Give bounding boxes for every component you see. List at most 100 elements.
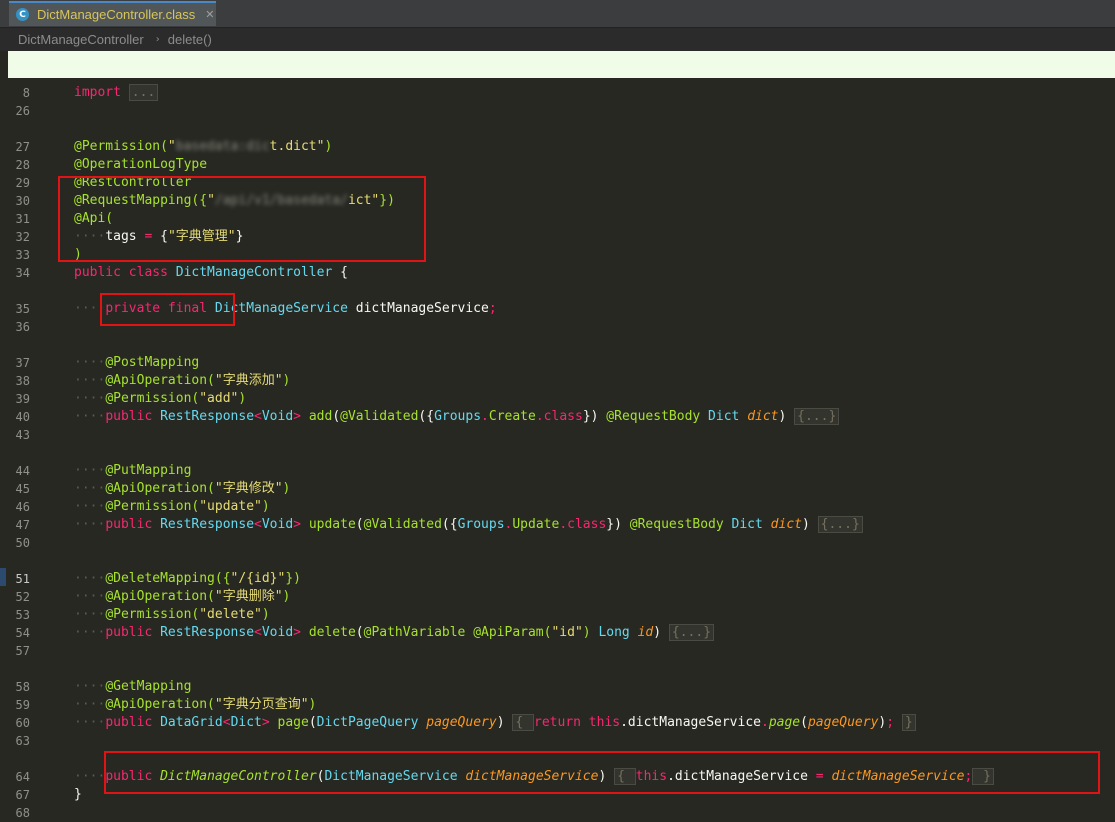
code-line[interactable]: ····public DataGrid<Dict> page(DictPageQ… (74, 714, 916, 732)
line-number: 31 (15, 212, 30, 226)
close-tab-icon[interactable]: ✕ (205, 8, 214, 21)
breadcrumb-class[interactable]: DictManageController (18, 32, 144, 47)
file-tab[interactable]: C DictManageController.class ✕ (9, 1, 216, 26)
file-tab-title: DictManageController.class (37, 7, 196, 22)
code-line[interactable]: ····public RestResponse<Void> update(@Va… (74, 516, 863, 534)
code-line[interactable]: ····@Permission("add") (74, 390, 246, 408)
code-token: < (254, 625, 262, 640)
code-line[interactable]: ····@Permission("delete") (74, 606, 270, 624)
code-token: ···· (74, 679, 106, 694)
line-number-gutter: 8 26 27 28 29 30 31 32 33 34 35 36 37 38 39 40 43 44 45 46 4… (0, 78, 48, 820)
code-token: RestResponse (160, 517, 255, 532)
code-token: Create (488, 409, 536, 424)
line-number: 37 (15, 356, 30, 370)
code-line[interactable]: import ... (74, 84, 159, 102)
line-number: 44 (15, 464, 30, 478)
line-number: 35 (15, 302, 30, 316)
line-number: 53 (15, 608, 30, 622)
code-token: pageQuery (426, 715, 497, 730)
code-token: public (105, 409, 161, 424)
folded-code-token[interactable]: { (512, 714, 535, 731)
code-token: basedata:dic (175, 139, 270, 154)
folded-code-token[interactable]: ... (128, 84, 159, 101)
code-token: ···· (74, 499, 106, 514)
code-token: "字典添加" (214, 373, 283, 388)
code-line[interactable]: public class DictManageController { (74, 264, 348, 282)
code-token: page (277, 715, 309, 730)
breadcrumb-method[interactable]: delete() (168, 32, 212, 47)
folded-code-token[interactable]: {...} (817, 516, 863, 533)
code-line[interactable]: ····@ApiOperation("字典修改") (74, 480, 290, 498)
code-token: .class (535, 409, 583, 424)
line-number: 29 (15, 176, 30, 190)
code-token: Void (261, 517, 294, 532)
code-token: ({ (441, 517, 458, 532)
line-number: 54 (15, 626, 30, 640)
code-token: Void (261, 409, 294, 424)
code-token: ) (496, 715, 513, 730)
code-token: . (481, 409, 489, 424)
breadcrumb-separator-icon: › (155, 34, 160, 45)
code-token: }) (606, 517, 630, 532)
line-number: 46 (15, 500, 30, 514)
code-line[interactable]: ····@ApiOperation("字典删除") (74, 588, 290, 606)
line-number: 33 (15, 248, 30, 262)
line-number: 26 (15, 104, 30, 118)
line-number: 30 (15, 194, 30, 208)
code-token: ( (355, 625, 364, 640)
folded-code-token[interactable]: } (901, 714, 916, 731)
code-token: ( (332, 409, 341, 424)
folded-code-token[interactable]: {...} (668, 624, 715, 641)
code-token: @Permission( (105, 499, 200, 514)
code-line[interactable]: ····@Permission("update") (74, 498, 270, 516)
code-token: DictPageQuery (316, 715, 427, 730)
code-token: Groups (457, 517, 505, 532)
code-line[interactable]: @OperationLogType (74, 156, 207, 174)
code-token: dictManageService (347, 301, 489, 316)
line-number: 32 (15, 230, 30, 244)
code-token: > (261, 715, 278, 730)
folded-code-token[interactable]: {...} (794, 408, 840, 425)
code-token: ···· (74, 607, 106, 622)
line-number: 39 (15, 392, 30, 406)
code-token: dict (747, 409, 779, 424)
code-line[interactable]: ····public RestResponse<Void> add(@Valid… (74, 408, 840, 426)
line-number: 63 (15, 734, 30, 748)
code-token: .class (559, 517, 607, 532)
code-token: { (332, 265, 348, 280)
code-token: ···· (74, 625, 106, 640)
code-line[interactable]: ····@PostMapping (74, 354, 199, 372)
code-token: @PutMapping (105, 463, 192, 478)
code-token: ) (778, 409, 795, 424)
line-number: 45 (15, 482, 30, 496)
code-line[interactable]: @Permission("basedata:dict.dict") (74, 138, 332, 156)
code-token: ···· (74, 715, 106, 730)
code-token: RestResponse (160, 409, 255, 424)
code-token: @DeleteMapping({ (105, 571, 231, 586)
code-line[interactable]: ····@DeleteMapping({"/{id}"}) (74, 570, 301, 588)
code-line[interactable]: ····@GetMapping (74, 678, 191, 696)
code-token: ···· (74, 769, 106, 784)
code-token: pageQuery (807, 715, 879, 730)
code-token: RestResponse (160, 625, 255, 640)
code-line[interactable]: ····public RestResponse<Void> delete(@Pa… (74, 624, 715, 642)
code-token: @Permission( (105, 607, 200, 622)
code-token: ···· (74, 409, 106, 424)
code-token: t.dict" (269, 139, 325, 154)
code-token: public (105, 715, 161, 730)
code-token: @PathVariable @ApiParam( (363, 625, 552, 640)
code-token: public (105, 517, 161, 532)
highlight-box-annotations (58, 176, 426, 262)
code-line[interactable]: ····@PutMapping (74, 462, 191, 480)
code-token: return this (534, 715, 621, 730)
code-line[interactable]: ····@ApiOperation("字典添加") (74, 372, 290, 390)
code-token: public class (74, 265, 176, 280)
code-token: "字典修改" (214, 481, 283, 496)
line-number: 43 (15, 428, 30, 442)
code-line[interactable]: } (74, 786, 82, 804)
code-token: @PostMapping (105, 355, 200, 370)
code-token: page (768, 715, 801, 730)
code-token: ) (282, 589, 291, 604)
code-line[interactable]: ····@ApiOperation("字典分页查询") (74, 696, 316, 714)
code-token: DataGrid (160, 715, 223, 730)
